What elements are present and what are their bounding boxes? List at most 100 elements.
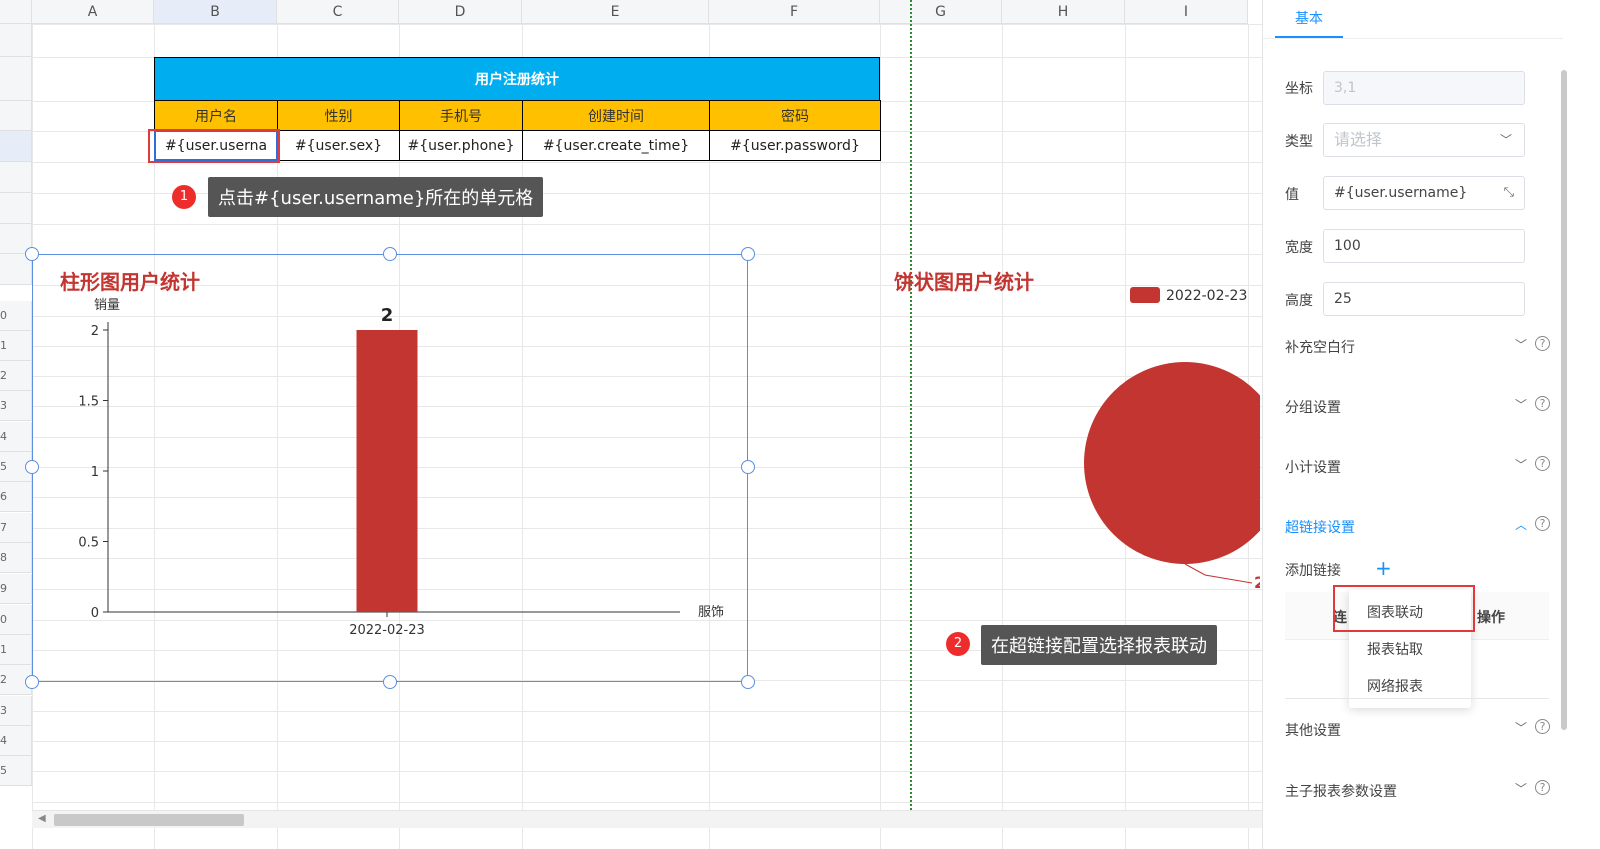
section-fill-blank-rows[interactable]: 补充空白行 bbox=[1285, 337, 1355, 357]
step-tooltip-1: 点击#{user.username}所在的单元格 bbox=[208, 177, 544, 217]
row-header[interactable]: 6 bbox=[0, 482, 32, 512]
menu-item-report-drill[interactable]: 报表钻取 bbox=[1367, 639, 1423, 659]
row-header[interactable]: 5 bbox=[0, 756, 32, 786]
column-header-H[interactable]: H bbox=[1002, 0, 1125, 24]
spreadsheet[interactable]: ABCDEFGHI 0123456789012345 用户注册统计 用户名 性别手… bbox=[0, 0, 1262, 849]
section-group-settings[interactable]: 分组设置 bbox=[1285, 397, 1341, 417]
row-header[interactable] bbox=[0, 101, 32, 131]
grid-hline bbox=[32, 771, 1262, 772]
section-subtotal-settings[interactable]: 小计设置 bbox=[1285, 457, 1341, 477]
type-select-placeholder: 请选择 bbox=[1334, 130, 1383, 149]
x-axis-label: 服饰 bbox=[698, 605, 724, 620]
column-header-A[interactable]: A bbox=[32, 0, 154, 24]
table-title-cell[interactable]: 用户注册统计 bbox=[154, 57, 880, 101]
row-header[interactable]: 3 bbox=[0, 391, 32, 421]
menu-item-web-report[interactable]: 网络报表 bbox=[1367, 676, 1423, 696]
section-master-sub-params[interactable]: 主子报表参数设置 bbox=[1285, 781, 1397, 801]
horizontal-scrollbar[interactable]: ◀ bbox=[32, 810, 1262, 828]
table-data-cell[interactable]: #{user.sex} bbox=[277, 130, 400, 161]
coord-label: 坐标 bbox=[1285, 81, 1313, 97]
column-header-E[interactable]: E bbox=[522, 0, 709, 24]
row-header[interactable]: 1 bbox=[0, 331, 32, 361]
height-input[interactable]: 25 bbox=[1323, 282, 1525, 316]
divider bbox=[1285, 698, 1549, 699]
column-header-I[interactable]: I bbox=[1125, 0, 1248, 24]
column-header-D[interactable]: D bbox=[399, 0, 522, 24]
step-tooltip-2: 在超链接配置选择报表联动 bbox=[981, 625, 1217, 665]
row-header[interactable]: 9 bbox=[0, 574, 32, 604]
type-label: 类型 bbox=[1285, 134, 1313, 150]
chevron-up-icon[interactable]: ︿ bbox=[1515, 516, 1527, 533]
column-header-G[interactable]: G bbox=[880, 0, 1002, 24]
column-header-F[interactable]: F bbox=[709, 0, 880, 24]
table-header-cell[interactable]: 性别 bbox=[277, 100, 400, 131]
height-label: 高度 bbox=[1285, 293, 1313, 309]
section-other-settings[interactable]: 其他设置 bbox=[1285, 720, 1341, 740]
grid-hline bbox=[32, 711, 1262, 712]
row-header[interactable]: 7 bbox=[0, 513, 32, 543]
help-icon[interactable]: ? bbox=[1535, 396, 1550, 411]
column-header-C[interactable]: C bbox=[277, 0, 399, 24]
chevron-down-icon[interactable]: ﹀ bbox=[1515, 456, 1527, 473]
scroll-thumb[interactable] bbox=[54, 814, 244, 826]
row-header[interactable]: 0 bbox=[0, 301, 32, 331]
chevron-down-icon[interactable]: ﹀ bbox=[1515, 780, 1527, 797]
tab-basic[interactable]: 基本 bbox=[1275, 0, 1343, 38]
table-data-cell[interactable]: #{user.create_time} bbox=[522, 130, 710, 161]
table-data-cell[interactable]: #{user.phone} bbox=[399, 130, 523, 161]
y-axis-label: 销量 bbox=[94, 298, 120, 313]
collapse-icon[interactable]: ⤡ bbox=[1504, 177, 1514, 209]
bar-chart[interactable]: 0 0.5 1 1.5 2 销量服饰 2 2022-02-23 bbox=[32, 290, 752, 690]
row-header[interactable]: 4 bbox=[0, 422, 32, 452]
row-header[interactable] bbox=[0, 131, 32, 162]
table-header-cell[interactable]: 创建时间 bbox=[522, 100, 710, 131]
row-header[interactable]: 8 bbox=[0, 543, 32, 573]
row-header[interactable]: 2 bbox=[0, 361, 32, 391]
add-link-plus-icon[interactable]: + bbox=[1375, 556, 1392, 580]
section-hyperlink-settings[interactable]: 超链接设置 bbox=[1285, 517, 1355, 537]
row-header[interactable]: 0 bbox=[0, 605, 32, 635]
help-icon[interactable]: ? bbox=[1535, 780, 1550, 795]
chevron-down-icon[interactable]: ﹀ bbox=[1515, 719, 1527, 736]
pie-chart[interactable]: 2022-02-23 2 bbox=[880, 270, 1260, 630]
bar bbox=[356, 330, 418, 612]
step-badge-2: 2 bbox=[946, 632, 970, 656]
table-data-cell[interactable]: #{user.password} bbox=[709, 130, 881, 161]
scroll-left-icon[interactable]: ◀ bbox=[38, 813, 46, 824]
resize-handle-tr[interactable] bbox=[741, 247, 755, 261]
table-header-cell[interactable]: 手机号 bbox=[399, 100, 523, 131]
row-header[interactable]: 4 bbox=[0, 726, 32, 756]
table-header-cell[interactable]: 用户名 bbox=[154, 100, 278, 131]
coord-input[interactable]: 3,1 bbox=[1323, 71, 1525, 105]
tab-underline bbox=[1263, 38, 1563, 39]
row-header[interactable] bbox=[0, 162, 32, 193]
help-icon[interactable]: ? bbox=[1535, 719, 1550, 734]
table-header-cell[interactable]: 密码 bbox=[709, 100, 881, 131]
width-input[interactable]: 100 bbox=[1323, 229, 1525, 263]
sheet-corner bbox=[0, 0, 32, 24]
row-header[interactable] bbox=[0, 193, 32, 224]
help-icon[interactable]: ? bbox=[1535, 336, 1550, 351]
column-header-B[interactable]: B bbox=[154, 0, 277, 24]
resize-handle-tl[interactable] bbox=[25, 247, 39, 261]
chevron-down-icon[interactable]: ﹀ bbox=[1515, 336, 1527, 353]
value-label: 值 bbox=[1285, 187, 1299, 203]
row-header[interactable]: 1 bbox=[0, 635, 32, 665]
row-header[interactable] bbox=[0, 24, 32, 57]
highlight-box-menu bbox=[1333, 585, 1475, 632]
y-tick-label: 2 bbox=[91, 324, 99, 339]
row-header[interactable] bbox=[0, 57, 32, 101]
resize-handle-tc[interactable] bbox=[383, 247, 397, 261]
panel-scrollbar[interactable] bbox=[1561, 70, 1567, 730]
grid-hline bbox=[32, 224, 1262, 225]
help-icon[interactable]: ? bbox=[1535, 516, 1550, 531]
help-icon[interactable]: ? bbox=[1535, 456, 1550, 471]
row-header[interactable]: 3 bbox=[0, 696, 32, 726]
value-input[interactable]: #{user.username} ⤡ bbox=[1323, 176, 1525, 210]
type-select[interactable]: 请选择 ﹀ bbox=[1323, 123, 1525, 157]
legend-swatch bbox=[1130, 287, 1160, 303]
grid-hline bbox=[32, 741, 1262, 742]
pie-slice bbox=[1084, 362, 1260, 564]
chevron-down-icon[interactable]: ﹀ bbox=[1515, 396, 1527, 413]
y-tick-label: 0 bbox=[91, 606, 99, 621]
